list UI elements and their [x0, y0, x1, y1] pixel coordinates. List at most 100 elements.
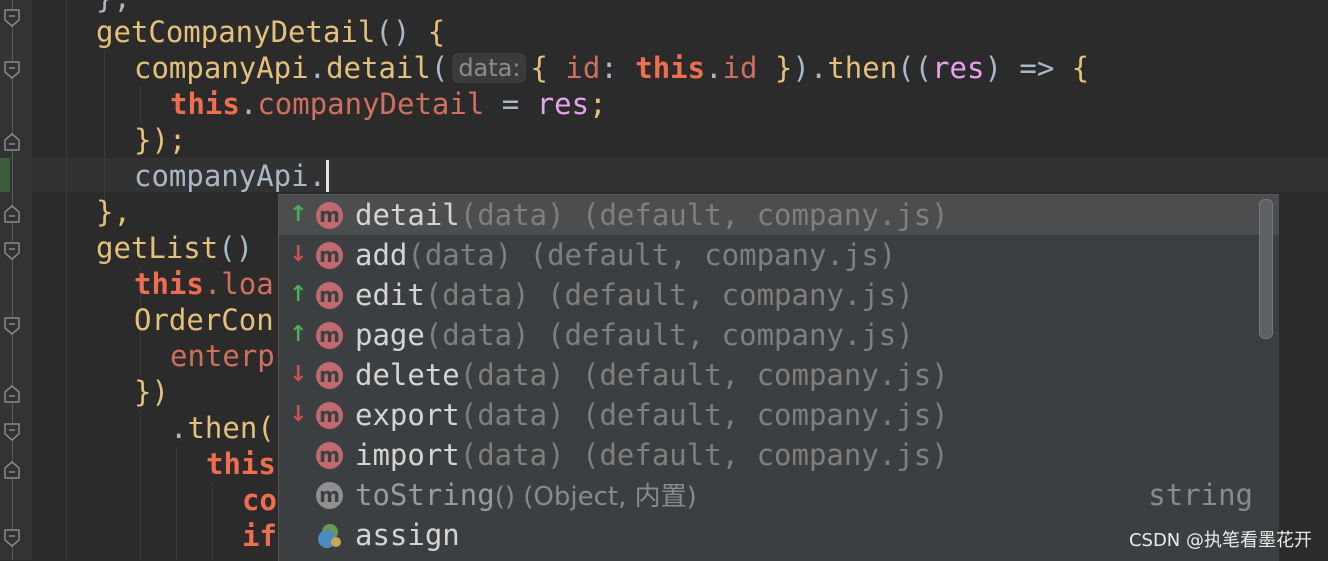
code-token: ; — [589, 87, 607, 121]
code-token: companyApi. — [134, 159, 327, 193]
code-token: ). — [792, 51, 828, 85]
completion-scrollbar[interactable] — [1259, 199, 1273, 339]
fold-marker-icon[interactable] — [3, 384, 21, 404]
method-icon: m — [316, 322, 343, 349]
completion-item[interactable]: ↑ m page(data) (default, company.js) — [279, 315, 1279, 355]
fold-marker-icon[interactable] — [3, 316, 21, 336]
completion-name: detail(data) (default, company.js) — [355, 198, 949, 232]
code-line[interactable]: getCompanyDetail() { — [96, 14, 445, 50]
watermark: CSDN @执笔看墨花开 — [1128, 530, 1312, 551]
code-token: ) => — [984, 51, 1072, 85]
code-token: companyApi — [134, 51, 309, 85]
completion-item[interactable]: m import(data) (default, company.js) — [279, 435, 1279, 475]
code-token: }) — [134, 375, 169, 409]
code-line[interactable]: getList() — [96, 230, 253, 266]
completion-name: assign — [355, 518, 460, 552]
completion-signature: (data) — [459, 198, 565, 232]
code-line[interactable]: companyApi. — [134, 158, 330, 194]
code-token: .loa — [203, 267, 274, 301]
completion-item[interactable]: ↓ m add(data) (default, company.js) — [279, 235, 1279, 275]
code-token: id — [722, 51, 758, 85]
code-line[interactable]: .then( — [170, 410, 275, 446]
code-line[interactable]: companyApi.detail(data:{ id: this.id }).… — [134, 50, 1089, 86]
code-line[interactable]: this.loa — [134, 266, 274, 302]
indent-guide — [140, 410, 141, 560]
code-line[interactable]: }); — [134, 122, 186, 158]
code-token: this — [170, 87, 240, 121]
fold-marker-icon[interactable] — [3, 422, 21, 442]
code-line[interactable]: }) — [134, 374, 169, 410]
completion-item[interactable]: ↓ m delete(data) (default, company.js) — [279, 355, 1279, 395]
completion-signature: (data) — [459, 438, 565, 472]
fold-marker-icon[interactable] — [3, 460, 21, 480]
completion-item[interactable]: ↑ m edit(data) (default, company.js) — [279, 275, 1279, 315]
completion-name: add(data) (default, company.js) — [355, 238, 897, 272]
completion-signature: (data) — [459, 358, 565, 392]
code-line[interactable]: OrderCon — [134, 302, 274, 338]
completion-name: export(data) (default, company.js) — [355, 398, 949, 432]
arrow-up-icon: ↑ — [289, 202, 308, 227]
code-line[interactable]: this — [206, 446, 276, 482]
fold-marker-icon[interactable] — [3, 60, 21, 80]
code-token: } — [757, 51, 793, 85]
code-token: . — [308, 51, 327, 85]
completion-signature: (data) — [424, 278, 530, 312]
code-token: { — [530, 51, 566, 85]
property-icon — [318, 524, 341, 548]
fold-marker-icon[interactable] — [3, 132, 21, 152]
method-icon: m — [316, 282, 343, 309]
indent-guide — [104, 50, 105, 200]
completion-origin: (default, company.js) — [512, 238, 897, 272]
completion-name: toString() (Object, 内置) — [355, 478, 697, 512]
code-token: } — [134, 123, 152, 157]
code-token: getCompanyDetail — [96, 15, 376, 49]
text-cursor — [326, 160, 330, 192]
completion-signature: () — [494, 482, 515, 512]
method-icon: m — [316, 442, 343, 469]
completion-signature: (data) — [459, 398, 565, 432]
code-line[interactable]: enterp — [170, 338, 275, 374]
completion-origin: (default, company.js) — [564, 358, 949, 392]
completion-item[interactable]: ↑ m detail(data) (default, company.js) — [279, 195, 1279, 235]
code-token: getList — [96, 231, 219, 265]
code-token: id — [565, 51, 601, 85]
code-token: ); — [151, 123, 187, 157]
code-token: . — [705, 51, 723, 85]
arrow-down-icon: ↓ — [289, 362, 308, 387]
completion-origin: (Object, 内置) — [514, 482, 697, 512]
method-icon: m — [316, 242, 343, 269]
completion-popup[interactable]: ↑ m detail(data) (default, company.js) ↓ m ad… — [278, 194, 1279, 561]
completion-name: import(data) (default, company.js) — [355, 438, 949, 472]
code-token: }, — [96, 0, 131, 15]
code-line[interactable]: }, — [96, 194, 131, 230]
code-token: detail — [326, 51, 431, 85]
code-token: OrderCon — [134, 303, 274, 337]
code-token: }, — [96, 195, 131, 229]
completion-origin: (default, company.js) — [529, 318, 914, 352]
parameter-hint: data: — [452, 53, 527, 83]
completion-origin: (default, company.js) — [529, 278, 914, 312]
code-token: { — [1071, 51, 1090, 85]
fold-marker-icon[interactable] — [3, 204, 21, 224]
indent-guide — [140, 86, 141, 124]
code-token: companyDetail — [257, 87, 485, 121]
code-token: then( — [187, 411, 275, 445]
code-token: res — [932, 51, 985, 85]
indent-guide — [176, 446, 177, 560]
method-icon: m — [316, 482, 343, 509]
code-token: . — [239, 87, 258, 121]
code-line[interactable]: co — [242, 482, 277, 518]
completion-item[interactable]: m toString() (Object, 内置) string — [279, 475, 1279, 515]
arrow-up-icon: ↑ — [289, 322, 308, 347]
method-icon: m — [316, 362, 343, 389]
method-icon: m — [316, 202, 343, 229]
fold-marker-icon[interactable] — [3, 241, 21, 261]
fold-marker-icon[interactable] — [3, 8, 21, 28]
completion-item[interactable]: ↓ m export(data) (default, company.js) — [279, 395, 1279, 435]
code-token: this — [134, 267, 204, 301]
vcs-change-marker[interactable] — [0, 158, 10, 192]
code-line[interactable]: this.companyDetail = res; — [170, 86, 607, 122]
completion-name: page(data) (default, company.js) — [355, 318, 914, 352]
fold-marker-icon[interactable] — [3, 528, 21, 548]
code-line[interactable]: if — [242, 518, 277, 554]
